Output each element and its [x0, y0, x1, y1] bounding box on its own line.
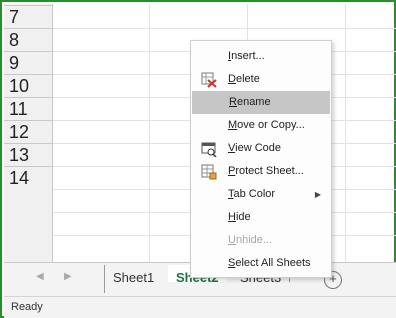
- menu-item-label: ove or Copy...: [237, 119, 305, 131]
- menu-item-rename[interactable]: Rename: [192, 91, 330, 114]
- menu-item-label: elect All Sheets: [235, 257, 311, 269]
- row-divider: [53, 28, 396, 29]
- status-text: Ready: [11, 301, 43, 313]
- column-divider: [149, 4, 150, 262]
- row-header[interactable]: 11: [4, 98, 52, 121]
- menu-item-delete[interactable]: Delete: [191, 68, 331, 91]
- submenu-arrow-icon: ▶: [314, 190, 321, 199]
- menu-item-label: ide: [235, 211, 251, 223]
- row-header[interactable]: 10: [4, 75, 52, 98]
- menu-item-key: D: [228, 73, 236, 85]
- tab-sheet1[interactable]: Sheet1: [104, 265, 162, 293]
- menu-item-unhide: Unhide...: [191, 229, 331, 252]
- delete-sheet-icon: [201, 72, 217, 88]
- column-divider: [345, 4, 346, 262]
- protect-sheet-icon: [201, 164, 217, 180]
- row-header[interactable]: 13: [4, 144, 52, 167]
- menu-item-key: U: [228, 234, 236, 246]
- menu-item-label: nhide...: [235, 234, 273, 246]
- menu-item-label: ename: [236, 96, 271, 108]
- scroll-tabs-right-icon[interactable]: ▶: [64, 271, 72, 282]
- menu-item-select-all-sheets[interactable]: Select All Sheets: [191, 252, 331, 275]
- menu-item-label: ab Color: [233, 188, 276, 200]
- row-header[interactable]: 8: [4, 29, 52, 52]
- menu-item-view-code[interactable]: View Code: [191, 137, 331, 160]
- menu-item-hide[interactable]: Hide: [191, 206, 331, 229]
- menu-item-key: R: [229, 96, 237, 108]
- row-header[interactable]: 9: [4, 52, 52, 75]
- menu-item-protect-sheet[interactable]: Protect Sheet...: [191, 160, 331, 183]
- menu-item-insert[interactable]: Insert...: [191, 45, 331, 68]
- menu-item-key: M: [228, 119, 238, 131]
- sheet-context-menu: Insert... Delete Rename Move or Copy... …: [190, 40, 332, 278]
- row-headers: 7 8 9 10 11 12 13 14: [4, 4, 53, 262]
- menu-item-move-or-copy[interactable]: Move or Copy...: [191, 114, 331, 137]
- menu-item-tab-color[interactable]: Tab Color ▶: [191, 183, 331, 206]
- menu-item-label: nsert...: [231, 50, 265, 62]
- row-header[interactable]: 14: [4, 167, 52, 262]
- view-code-icon: [201, 142, 217, 157]
- row-header[interactable]: 12: [4, 121, 52, 144]
- menu-item-label: rotect Sheet...: [235, 165, 304, 177]
- menu-item-label: iew Code: [235, 142, 281, 154]
- status-bar: Ready: [4, 296, 396, 318]
- menu-item-key: H: [228, 211, 236, 223]
- menu-item-label: elete: [235, 73, 260, 85]
- row-header[interactable]: 7: [4, 6, 52, 29]
- scroll-tabs-left-icon[interactable]: ◀: [36, 271, 44, 282]
